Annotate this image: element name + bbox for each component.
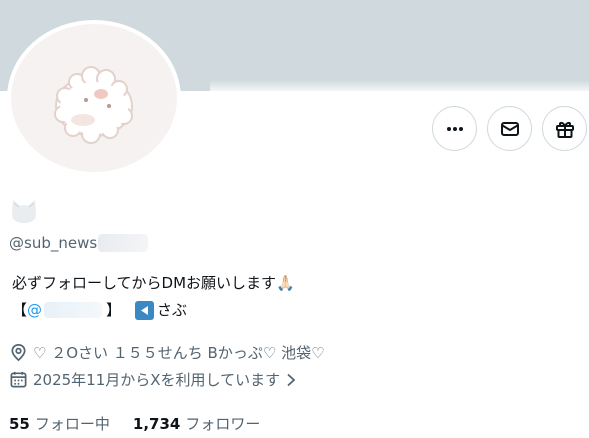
joined-text: 2025年11月からXを利用しています [33,371,281,389]
bio-line-2: 【 @ 】 さぶ [12,300,187,320]
bio-line-1: 必ずフォローしてからDMお願いします🙏🏻 [12,273,295,293]
username-text: @sub_news [9,234,98,252]
chevron-right-icon [287,373,296,386]
gift-icon [555,121,574,138]
followers-count: 1,734 [132,414,181,433]
username: @sub_news [9,234,149,252]
display-name [9,196,39,226]
message-button[interactable] [487,106,532,151]
bio-mention-link[interactable]: @ [27,300,106,320]
followers-link[interactable]: 1,734 フォロワー [133,413,260,434]
follow-stats: 55 フォロー中 1,734 フォロワー [9,413,260,434]
following-link[interactable]: 55 フォロー中 [9,413,110,434]
bio-tail: さぶ [157,301,188,319]
profile-page: @sub_news 必ずフォローしてからDMお願いします🙏🏻 【 @ 】 さぶ … [0,0,589,438]
following-count: 55 [9,414,30,433]
calendar-icon [10,371,27,388]
avatar[interactable] [11,24,177,172]
envelope-icon [500,121,519,136]
bio-text-1: 必ずフォローしてからDMお願いします🙏🏻 [12,274,295,292]
location-text: ♡ ２Oさい １５５せんち Bかっぷ♡ 池袋♡ [33,344,325,362]
gift-button[interactable] [542,106,587,151]
profile-location: ♡ ２Oさい １５５せんち Bかっぷ♡ 池袋♡ [9,342,325,363]
username-redacted [98,234,149,252]
avatar-illustration [54,66,133,144]
location-pin-icon [11,344,26,362]
cat-ears-emoji-icon [12,200,36,223]
followers-label: フォロワー [185,415,261,433]
back-arrow-emoji-icon [135,300,155,320]
more-button[interactable] [432,106,477,151]
more-horizontal-icon [446,126,463,131]
following-label: フォロー中 [34,415,110,433]
bracket-open: 【 [12,301,28,319]
bracket-close: 】 [106,301,122,319]
mention-redacted [44,302,103,318]
mention-text: @ [27,301,43,319]
banner-fade [210,80,589,94]
profile-joined[interactable]: 2025年11月からXを利用しています [9,369,301,390]
